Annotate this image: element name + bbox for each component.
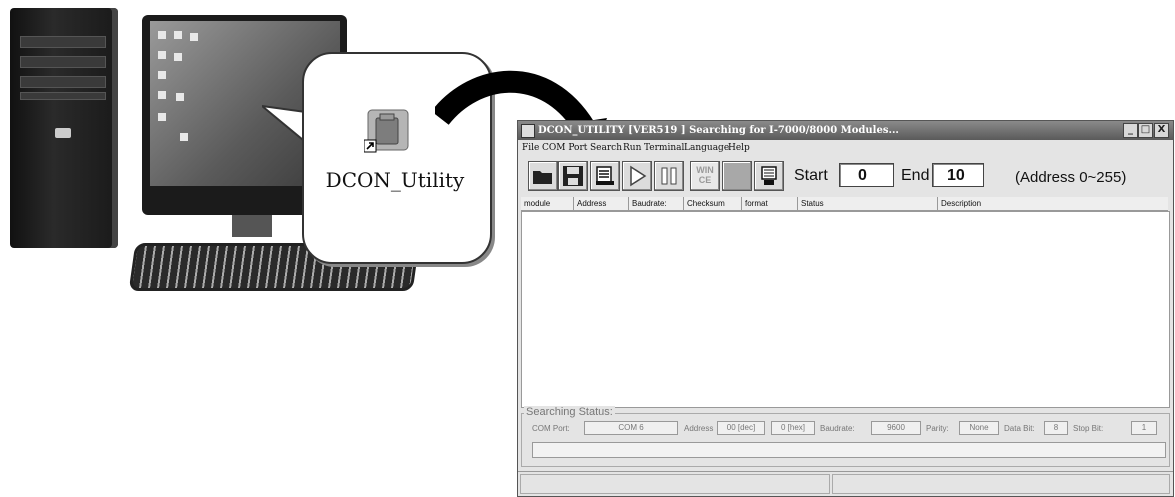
disabled-button[interactable] [722,161,752,191]
run-icon [630,165,647,187]
open-folder-icon [533,171,552,184]
desktop-icon [174,53,182,61]
baudrate-value: 9600 [871,421,921,435]
menu-run[interactable]: Run [623,141,641,156]
desktop-icon [158,113,166,121]
run-button[interactable] [622,161,652,191]
column-header-status[interactable]: Status [798,197,938,210]
dcon-utility-window: DCON_UTILITY [VER519 ] Searching for I-7… [517,120,1174,497]
stop-bit-value: 1 [1131,421,1157,435]
module-table-header: module Address Baudrate: Checksum format… [521,197,1168,211]
column-header-checksum[interactable]: Checksum [684,197,742,210]
wince-button[interactable]: WIN CE [690,161,720,191]
dcon-utility-app-icon[interactable] [364,108,412,156]
maximize-button[interactable]: □ [1138,123,1153,138]
address-range-hint: (Address 0~255) [1015,169,1127,186]
end-address-input[interactable]: 10 [932,163,984,187]
stop-bit-label: Stop Bit: [1073,424,1104,433]
address-dec-value: 00 [dec] [717,421,765,435]
search-progress-bar [532,442,1166,458]
desktop-icon [190,33,198,41]
menu-language[interactable]: Language [684,141,729,156]
desktop-icon [174,31,182,39]
toolbar: WIN CE Start 0 End 10 (Address 0~255) [518,157,1173,195]
desktop-icon [180,133,188,141]
drive-bay [20,76,106,88]
menu-bar: File COM Port Search Run Terminal Langua… [518,141,1173,156]
column-header-module[interactable]: module [521,197,574,210]
com-port-label: COM Port: [532,424,570,433]
monitor-stand [232,215,272,237]
desktop-icon [158,51,166,59]
pause-icon [661,167,677,185]
wince-label-line2: CE [698,175,712,185]
status-pane-left [520,474,830,494]
address-label: Address [684,424,714,433]
minimize-button[interactable]: _ [1123,123,1138,138]
title-bar[interactable]: DCON_UTILITY [VER519 ] Searching for I-7… [518,121,1173,140]
column-header-format[interactable]: format [742,197,798,210]
save-button[interactable] [558,161,588,191]
desktop-icon [158,91,166,99]
searching-status-title: Searching Status: [524,406,615,418]
search-modules-icon [596,166,614,185]
open-button[interactable] [528,161,558,191]
drive-bay [20,36,106,48]
com-port-value: COM 6 [584,421,678,435]
desktop-icon [158,71,166,79]
status-bar [518,471,1173,496]
searching-status-group: Searching Status: COM Port: COM 6 Addres… [521,406,1170,467]
drive-bay [20,56,106,68]
baudrate-label: Baudrate: [820,424,855,433]
search-modules-button[interactable] [590,161,620,191]
menu-terminal[interactable]: Terminal [644,141,684,156]
menu-file[interactable]: File [522,141,539,156]
desktop-icon [158,31,166,39]
module-table-body[interactable] [521,211,1170,408]
parity-value: None [959,421,999,435]
start-address-input[interactable]: 0 [839,163,894,187]
column-header-address[interactable]: Address [574,197,629,210]
status-pane-right [832,474,1170,494]
app-title-icon [521,124,535,138]
terminal-button[interactable] [754,161,784,191]
data-bit-label: Data Bit: [1004,424,1035,433]
start-address-label: Start [794,167,828,184]
address-hex-value: 0 [hex] [771,421,815,435]
close-button[interactable]: X [1154,123,1169,138]
terminal-icon [761,166,777,185]
pc-tower-illustration [10,8,118,248]
menu-help[interactable]: Help [728,141,750,156]
save-disk-icon [563,166,583,186]
wince-icon: WIN CE [691,165,719,185]
menu-com-port[interactable]: COM Port [542,141,587,156]
wince-label-line1: WIN [696,165,714,175]
parity-label: Parity: [926,424,949,433]
window-title: DCON_UTILITY [VER519 ] Searching for I-7… [538,125,899,136]
end-address-label: End [901,167,930,184]
tower-logo [55,128,71,138]
column-header-description[interactable]: Description [938,197,1168,210]
drive-bay [20,92,106,100]
desktop-icon [176,93,184,101]
pause-button[interactable] [654,161,684,191]
menu-search[interactable]: Search [590,141,622,156]
column-header-baudrate[interactable]: Baudrate: [629,197,684,210]
data-bit-value: 8 [1044,421,1068,435]
